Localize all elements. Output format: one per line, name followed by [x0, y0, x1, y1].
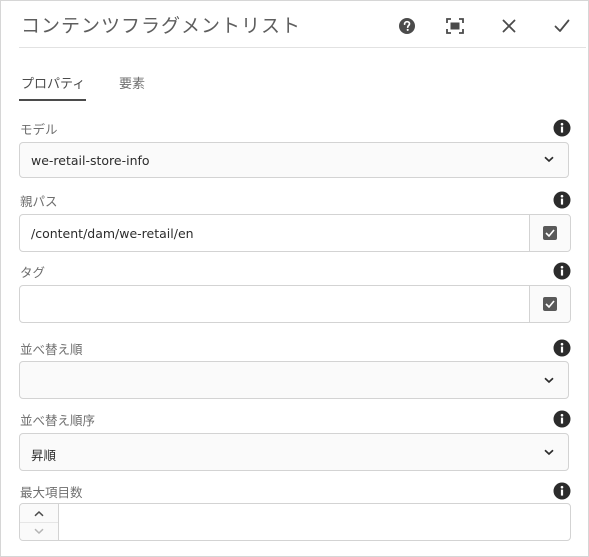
- max-items-label: 最大項目数: [20, 485, 83, 500]
- quantity-stepper: [20, 504, 59, 540]
- tags-label: タグ: [20, 265, 46, 280]
- done-icon: [554, 19, 570, 32]
- sort-order-label: 並べ替え順序: [20, 413, 96, 428]
- header-divider: [19, 47, 586, 48]
- chevron-up-icon: [34, 510, 44, 516]
- model-select[interactable]: we-retail-store-info: [19, 142, 569, 178]
- help-button[interactable]: [394, 13, 420, 39]
- info-icon[interactable]: [553, 191, 571, 209]
- active-tab-indicator: [19, 99, 86, 101]
- parent-path-value: /content/dam/we-retail/en: [31, 226, 194, 241]
- close-button[interactable]: [496, 13, 522, 39]
- model-label: モデル: [20, 122, 58, 137]
- dialog-header: コンテンツフラグメントリスト: [1, 1, 588, 48]
- tab-elements[interactable]: 要素: [119, 73, 145, 92]
- sort-order-select[interactable]: 昇順: [19, 433, 569, 471]
- fullscreen-button[interactable]: [442, 13, 468, 39]
- order-by-label: 並べ替え順: [20, 342, 83, 357]
- tab-properties[interactable]: プロパティ: [21, 73, 85, 92]
- parent-path-field[interactable]: /content/dam/we-retail/en: [19, 214, 571, 252]
- info-icon[interactable]: [553, 482, 571, 500]
- chevron-down-icon: [34, 528, 44, 534]
- info-icon[interactable]: [553, 262, 571, 280]
- content-fragment-list-dialog: コンテンツフラグメントリスト プロパティ 要素 モデル we-retail-st…: [0, 0, 589, 557]
- parent-path-checkbox[interactable]: [529, 215, 570, 251]
- close-icon: [502, 19, 516, 33]
- checkbox-checked-icon: [543, 226, 557, 240]
- info-icon[interactable]: [553, 119, 571, 137]
- info-icon[interactable]: [553, 410, 571, 428]
- order-by-select[interactable]: [19, 361, 569, 399]
- done-button[interactable]: [549, 13, 575, 39]
- chevron-down-icon: [544, 377, 554, 384]
- sort-order-value: 昇順: [31, 448, 57, 463]
- chevron-down-icon: [544, 449, 554, 456]
- decrement-button[interactable]: [20, 522, 58, 540]
- increment-button[interactable]: [20, 504, 58, 523]
- parent-path-label: 親パス: [20, 194, 58, 209]
- checkbox-checked-icon: [543, 297, 557, 311]
- max-items-field[interactable]: [19, 503, 571, 541]
- fullscreen-icon: [446, 18, 464, 34]
- tags-checkbox[interactable]: [529, 286, 570, 322]
- chevron-down-icon: [544, 156, 554, 163]
- dialog-title: コンテンツフラグメントリスト: [21, 15, 302, 37]
- model-select-value: we-retail-store-info: [31, 153, 150, 168]
- help-icon: [399, 18, 415, 34]
- info-icon[interactable]: [553, 339, 571, 357]
- tags-field[interactable]: [19, 285, 571, 323]
